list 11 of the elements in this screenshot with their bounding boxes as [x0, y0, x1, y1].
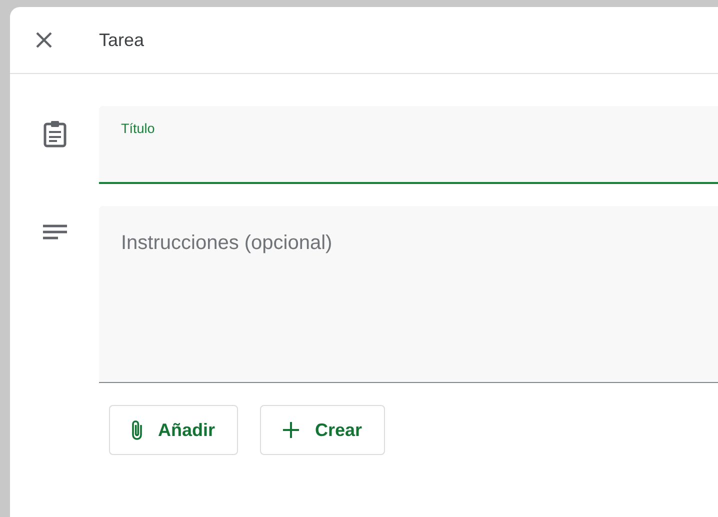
clipboard-icon [42, 120, 66, 148]
field-label: Título [121, 121, 155, 136]
add-button[interactable]: Añadir [109, 405, 238, 455]
instructions-field[interactable]: Instrucciones (opcional) [99, 206, 718, 383]
plus-icon [281, 420, 302, 440]
text-lines-icon [42, 224, 66, 240]
paperclip-icon [130, 419, 144, 441]
create-button[interactable]: Crear [260, 405, 386, 455]
title-field[interactable]: Título [99, 106, 718, 184]
close-icon [34, 31, 52, 49]
dialog-title: Tarea [99, 30, 144, 50]
